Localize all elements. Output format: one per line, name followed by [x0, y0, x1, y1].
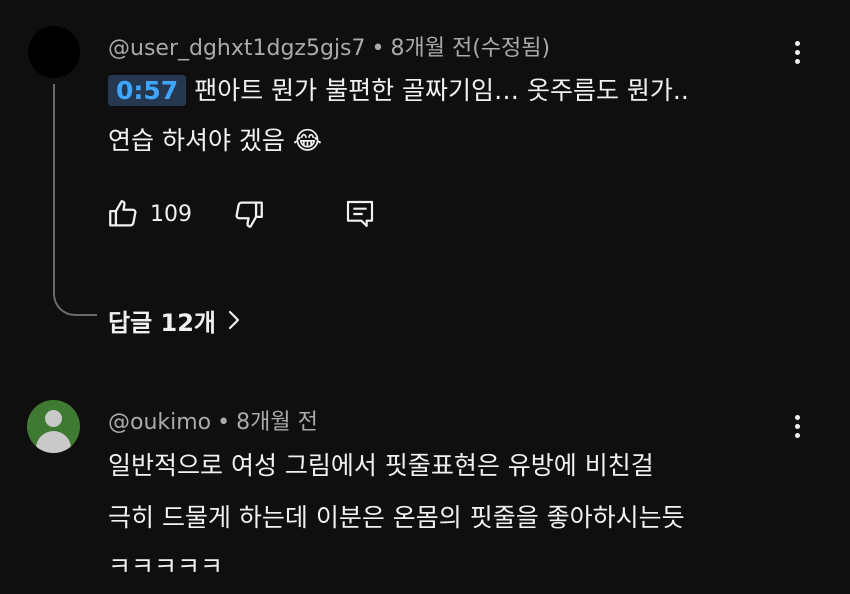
- more-vert-icon[interactable]: [787, 409, 807, 443]
- comment-time: 8개월 전(수정됨): [390, 36, 551, 61]
- replies-label: 답글 12개: [108, 308, 216, 337]
- comment-author[interactable]: @user_dghxt1dgz5gjs7: [108, 36, 366, 61]
- chevron-right-icon: [226, 308, 242, 332]
- comment-text-line: 0:57 팬아트 뭔가 불편한 골짜기임… 옷주름도 뭔가..: [108, 64, 689, 118]
- thread-connector-line: [53, 84, 97, 316]
- comment-actions: 109: [106, 194, 376, 234]
- comment-text: 극히 드물게 하는데 이분은 온몸의 핏줄을 좋아하시는듯: [108, 503, 685, 532]
- comment-text: ㅋㅋㅋㅋㅋ: [108, 552, 224, 581]
- like-count: 109: [150, 201, 192, 227]
- header-separator: •: [217, 410, 231, 435]
- comments-panel: @user_dghxt1dgz5gjs7 • 8개월 전(수정됨) 0:57 팬아트 …: [0, 0, 850, 594]
- comment-text-line: 연습 하셔야 겠음 😂: [108, 114, 322, 168]
- reply-icon[interactable]: [344, 198, 376, 230]
- thumb-down-icon[interactable]: [232, 197, 266, 231]
- comment-time: 8개월 전: [236, 410, 318, 435]
- comment-header: @oukimo • 8개월 전: [108, 404, 318, 436]
- thumb-up-icon[interactable]: [106, 197, 140, 231]
- view-replies-button[interactable]: 답글 12개: [108, 300, 242, 340]
- comment-text: 일반적으로 여성 그림에서 핏줄표현은 유방에 비친걸: [108, 451, 654, 480]
- comment-header: @user_dghxt1dgz5gjs7 • 8개월 전(수정됨): [108, 30, 550, 62]
- emoji: 😂: [292, 126, 323, 155]
- avatar[interactable]: [28, 26, 80, 78]
- default-avatar-icon[interactable]: [27, 400, 80, 453]
- timestamp-link[interactable]: 0:57: [108, 75, 187, 106]
- header-separator: •: [371, 36, 385, 61]
- more-vert-icon[interactable]: [787, 35, 807, 69]
- comment-text: 연습 하셔야 겠음: [108, 126, 285, 155]
- comment-text: 팬아트 뭔가 불편한 골짜기임… 옷주름도 뭔가..: [194, 76, 689, 105]
- comment-author[interactable]: @oukimo: [108, 410, 211, 435]
